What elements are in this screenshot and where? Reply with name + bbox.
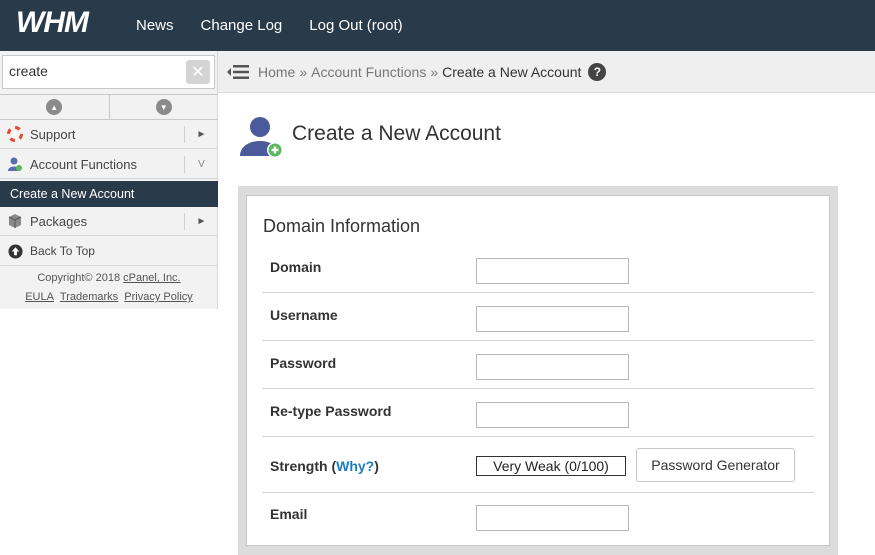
cpanel-link[interactable]: cPanel, Inc.	[123, 272, 180, 284]
sidebar-item-account-functions[interactable]: Account Functions V	[0, 150, 218, 179]
domain-information-panel: Domain Information Domain Username Passw…	[246, 195, 830, 546]
package-icon	[0, 213, 30, 229]
clear-search-icon[interactable]: ✕	[186, 60, 210, 84]
trademarks-link[interactable]: Trademarks	[60, 291, 118, 303]
copyright-text: Copyright© 2018	[37, 272, 121, 284]
sidebar-item-back-to-top[interactable]: Back To Top	[0, 237, 218, 266]
why-link[interactable]: Why?	[336, 458, 374, 474]
sidebar: ✕ ▲ ▼ Support ► Account Functions V Crea…	[0, 51, 218, 309]
sidebar-item-create-new-account[interactable]: Create a New Account	[0, 181, 218, 207]
domain-input[interactable]	[476, 258, 629, 284]
eula-link[interactable]: EULA	[25, 291, 54, 303]
retype-password-row: Re-type Password	[262, 389, 814, 437]
breadcrumb: Home » Account Functions » Create a New …	[258, 62, 607, 81]
email-input[interactable]	[476, 505, 629, 531]
sidebar-item-label: Packages	[30, 213, 88, 229]
nav-logout-link[interactable]: Log Out (root)	[309, 17, 402, 34]
password-input[interactable]	[476, 354, 629, 380]
domain-row: Domain	[262, 244, 814, 293]
strength-label: Strength	[270, 458, 328, 474]
expand-arrow-icon[interactable]: ►	[184, 212, 218, 230]
sidebar-toggle-icon[interactable]	[218, 63, 258, 81]
username-input[interactable]	[476, 306, 629, 332]
arrow-up-circle-icon	[0, 243, 30, 259]
sidebar-search: ✕	[2, 55, 215, 89]
scroll-up-button[interactable]: ▲	[0, 95, 110, 119]
sidebar-item-packages[interactable]: Packages ►	[0, 207, 218, 236]
section-title: Domain Information	[263, 216, 421, 236]
chevron-up-icon: ▲	[46, 99, 63, 115]
sidebar-item-label: Back To Top	[30, 244, 95, 258]
sidebar-item-label: Support	[30, 126, 76, 142]
privacy-policy-link[interactable]: Privacy Policy	[124, 291, 192, 303]
sidebar-item-label: Account Functions	[30, 156, 137, 172]
username-row: Username	[262, 293, 814, 341]
breadcrumb-home[interactable]: Home	[258, 64, 295, 80]
copyright-line: Copyright© 2018 cPanel, Inc.	[0, 269, 218, 288]
sidebar-item-support[interactable]: Support ►	[0, 120, 218, 149]
retype-password-input[interactable]	[476, 402, 629, 428]
top-bar: WHM News Change Log Log Out (root)	[0, 0, 875, 51]
strength-row: Strength (Why?) Very Weak (0/100) Passwo…	[262, 437, 814, 493]
page-title: Create a New Account	[292, 122, 501, 145]
field-label: Password	[270, 355, 337, 371]
breadcrumb-current: Create a New Account	[442, 63, 582, 80]
search-input[interactable]	[3, 56, 173, 86]
password-strength-meter: Very Weak (0/100)	[476, 456, 626, 476]
svg-text:WHM: WHM	[16, 6, 90, 38]
user-icon	[0, 156, 30, 172]
nav-change-log-link[interactable]: Change Log	[201, 17, 283, 34]
sidebar-footer: Copyright© 2018 cPanel, Inc. EULA Tradem…	[0, 269, 218, 307]
help-icon[interactable]: ?	[588, 62, 607, 81]
breadcrumb-separator: »	[430, 63, 439, 80]
breadcrumb-bar: Home » Account Functions » Create a New …	[218, 51, 875, 93]
field-label: Username	[270, 307, 338, 323]
scroll-controls: ▲ ▼	[0, 94, 218, 120]
scroll-down-button[interactable]: ▼	[110, 95, 219, 119]
chevron-down-icon: ▼	[155, 99, 172, 115]
whm-logo[interactable]: WHM	[14, 6, 116, 38]
field-label: Email	[270, 506, 308, 522]
expand-arrow-icon[interactable]: ►	[184, 125, 218, 143]
breadcrumb-account-functions[interactable]: Account Functions	[311, 64, 426, 80]
nav-news-link[interactable]: News	[136, 17, 174, 34]
create-account-icon	[240, 117, 283, 158]
field-label: Domain	[270, 259, 322, 275]
top-nav: News Change Log Log Out (root)	[136, 0, 430, 51]
password-generator-button[interactable]: Password Generator	[636, 448, 795, 482]
breadcrumb-separator: »	[299, 63, 308, 80]
footer-links: EULA Trademarks Privacy Policy	[0, 288, 218, 307]
password-row: Password	[262, 341, 814, 389]
email-row: Email	[262, 493, 814, 545]
strength-label-wrap: Strength (Why?)	[270, 458, 379, 474]
field-label: Re-type Password	[270, 403, 392, 419]
lifebuoy-icon	[0, 126, 30, 142]
collapse-arrow-icon[interactable]: V	[184, 155, 218, 173]
